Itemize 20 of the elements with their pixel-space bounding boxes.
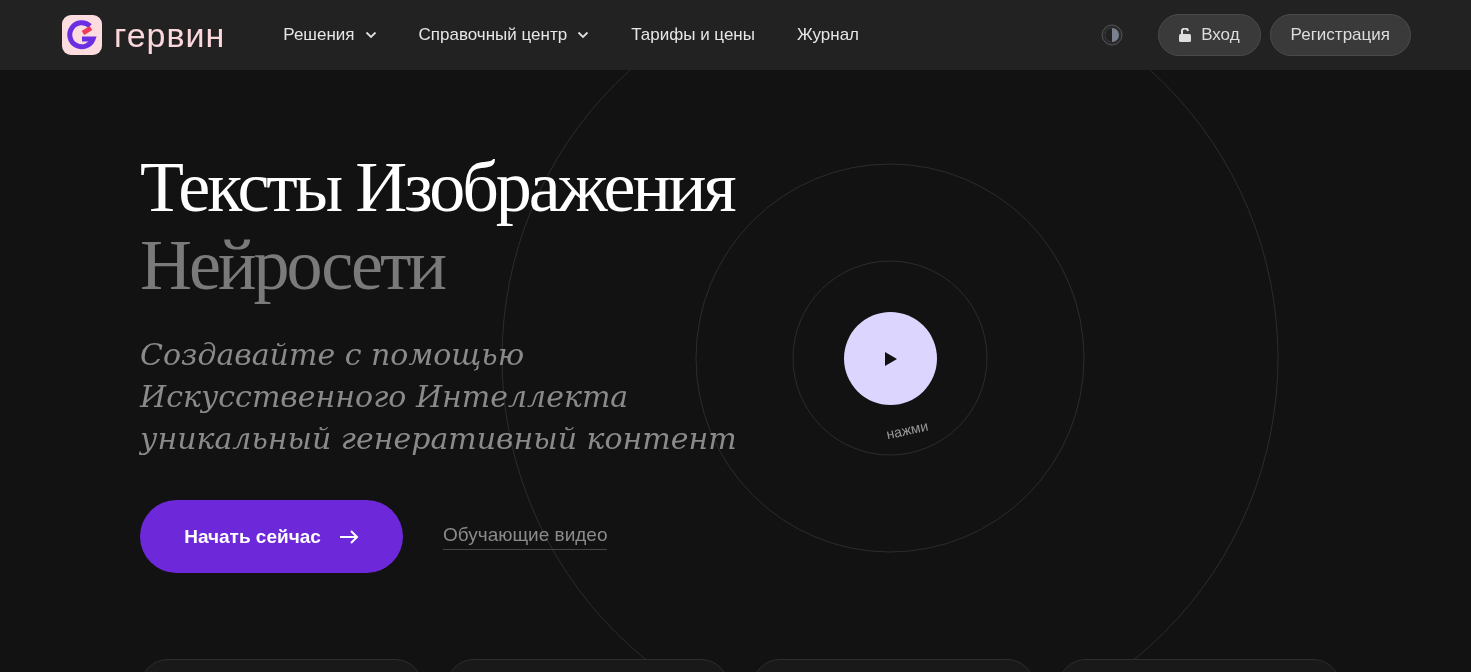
hero-subtitle: Создавайте с помощью Искусственного Интеллекта уникальный генеративный контент: [140, 336, 738, 458]
nav-item[interactable]: Журнал: [796, 25, 859, 45]
play-hint: нажми: [884, 417, 930, 443]
logo-icon[interactable]: [62, 15, 102, 55]
chevron-down-icon: [577, 31, 590, 39]
start-button[interactable]: Начать сейчас: [140, 500, 403, 573]
play-icon: [884, 351, 897, 366]
tutorial-videos-link[interactable]: Обучающие видео: [443, 523, 608, 550]
lock-icon: [1179, 28, 1192, 42]
nav-item[interactable]: Справочный центр: [418, 25, 590, 45]
hero-title-secondary: Нейросети: [140, 226, 445, 304]
theme-toggle-icon[interactable]: [1101, 24, 1124, 46]
hero-title: Тексты Изображения: [140, 148, 736, 226]
login-button[interactable]: Вход: [1158, 14, 1261, 56]
chevron-down-icon: [364, 31, 377, 39]
logo-text[interactable]: гервин: [114, 15, 226, 55]
nav-item[interactable]: Решения: [283, 25, 377, 45]
register-button[interactable]: Регистрация: [1269, 14, 1411, 56]
nav-item[interactable]: Тарифы и цены: [631, 25, 755, 45]
arrow-right-icon: [338, 529, 359, 544]
